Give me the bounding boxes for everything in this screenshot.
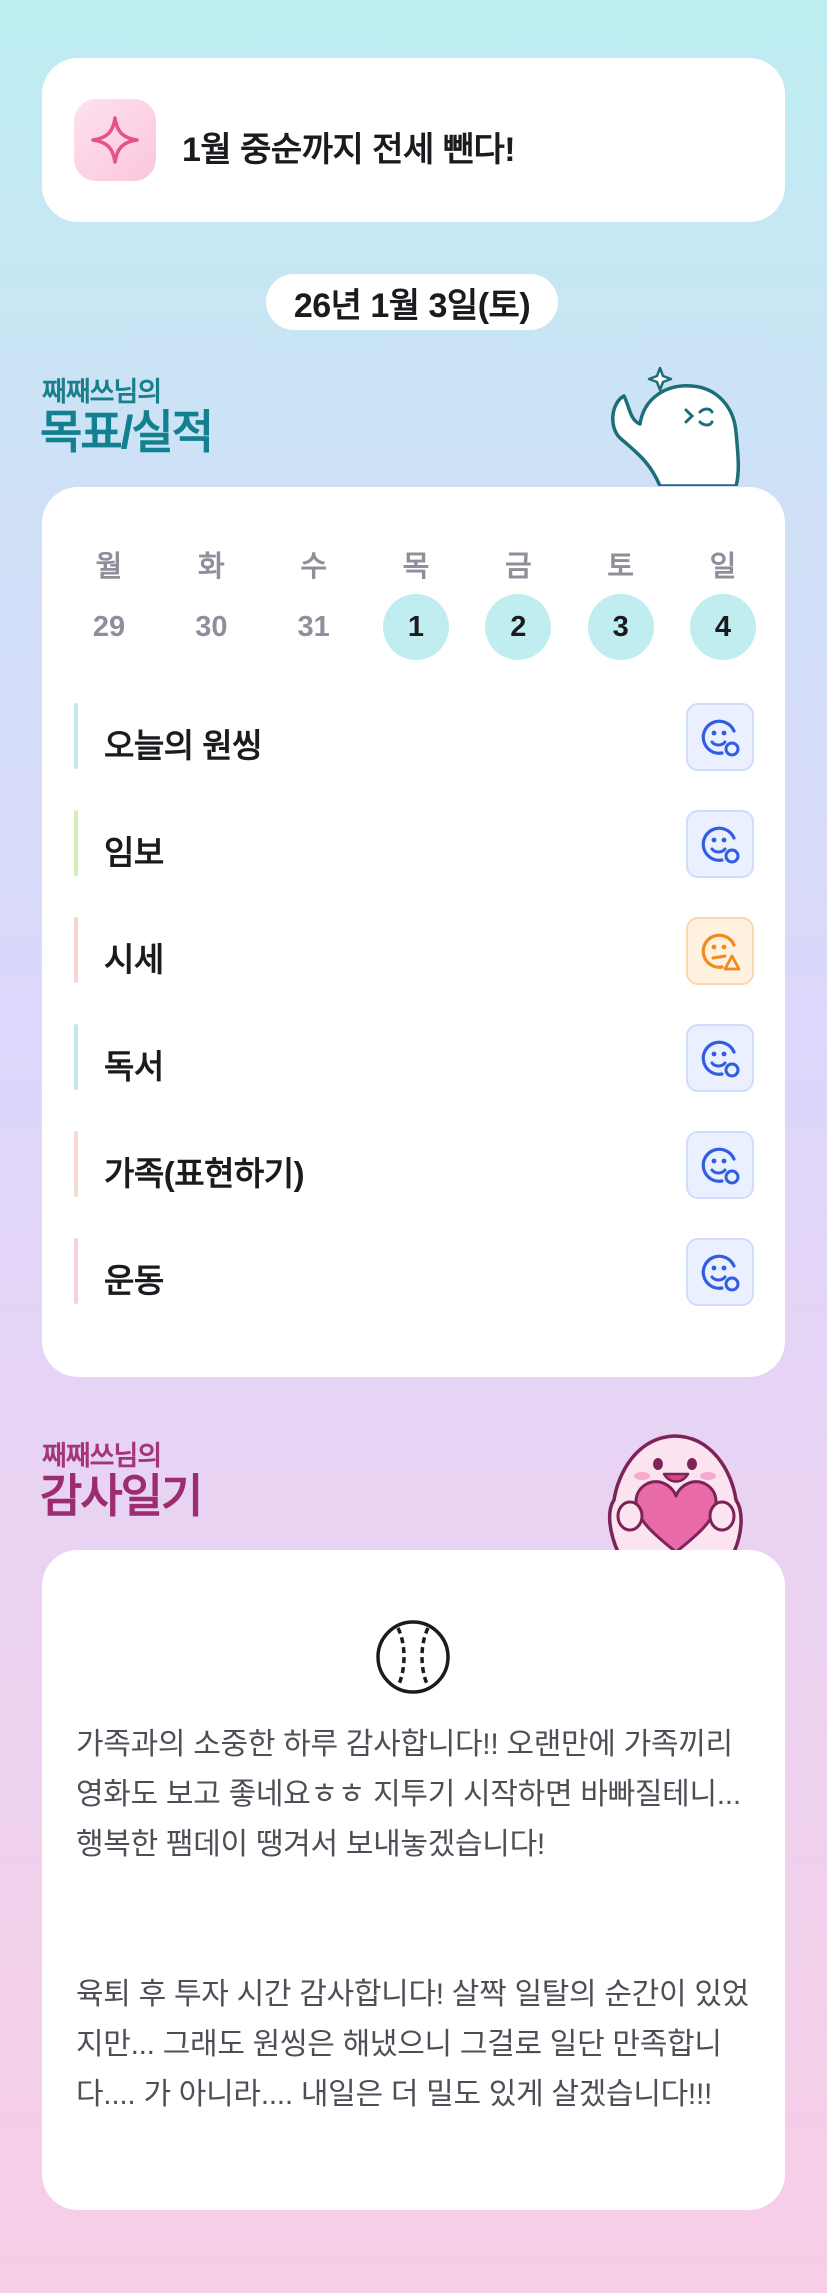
habit-accent-bar	[74, 917, 78, 983]
baseball-icon	[376, 1620, 450, 1694]
week-dates: 29 30 31 1 2 3 4	[76, 594, 756, 660]
performance-card: 월 화 수 목 금 토 일 29 30 31 1 2 3 4 오늘의 원씽 임보…	[42, 487, 785, 1377]
date-cell[interactable]: 3	[587, 594, 654, 660]
habit-row[interactable]: 독서	[74, 1024, 754, 1092]
smile-check-icon[interactable]	[686, 1131, 754, 1199]
goal-card[interactable]: 1월 중순까지 전세 뺀다!	[42, 58, 785, 222]
gratitude-entry-text: 육퇴 후 투자 시간 감사합니다! 살짝 일탈의 순간이 있었지만... 그래도…	[76, 1978, 749, 2111]
gratitude-card: 가족과의 소중한 하루 감사합니다!! 오랜만에 가족끼리 영화도 보고 좋네요…	[42, 1550, 785, 2210]
weekday-label: 목	[402, 551, 430, 583]
weekday-label: 토	[607, 551, 634, 583]
weekday-label: 화	[197, 551, 225, 583]
weekday-header: 월 화 수 목 금 토 일	[76, 543, 756, 585]
habit-label: 오늘의 원씽	[104, 727, 262, 764]
performance-title: 목표/실적	[40, 406, 214, 458]
weekday-label: 수	[300, 551, 327, 583]
smile-check-icon[interactable]	[686, 810, 754, 878]
habit-row[interactable]: 운동	[74, 1238, 754, 1306]
habit-accent-bar	[74, 810, 78, 876]
habit-accent-bar	[74, 1238, 78, 1304]
habit-label: 가족(표현하기)	[104, 1155, 305, 1192]
date-label[interactable]: 26년 1월 3일(토)	[266, 274, 558, 330]
habit-row[interactable]: 오늘의 원씽	[74, 703, 754, 771]
date-cell[interactable]: 2	[485, 594, 552, 660]
habit-accent-bar	[74, 1024, 78, 1090]
gratitude-title: 감사일기	[40, 1470, 203, 1522]
weekday-label: 월	[95, 551, 123, 583]
goal-text: 1월 중순까지 전세 뺀다!	[182, 131, 516, 169]
sparkle-icon	[74, 99, 156, 181]
habit-row[interactable]: 시세	[74, 917, 754, 985]
date-cell[interactable]: 4	[689, 594, 756, 660]
gratitude-entry-text: 가족과의 소중한 하루 감사합니다!! 오랜만에 가족끼리 영화도 보고 좋네요…	[76, 1728, 741, 1861]
habit-row[interactable]: 임보	[74, 810, 754, 878]
date-cell[interactable]: 31	[281, 594, 347, 660]
ghost-mascot-icon	[611, 366, 741, 486]
date-cell[interactable]: 1	[382, 594, 449, 660]
date-cell[interactable]: 29	[76, 594, 142, 660]
weekday-label: 금	[504, 551, 532, 583]
habit-label: 독서	[104, 1048, 164, 1085]
smile-warning-icon[interactable]	[686, 917, 754, 985]
habit-label: 임보	[104, 834, 164, 871]
smile-check-icon[interactable]	[686, 1238, 754, 1306]
heart-mascot-icon	[607, 1434, 743, 1552]
habit-label: 운동	[104, 1262, 164, 1299]
habit-accent-bar	[74, 1131, 78, 1197]
date-cell[interactable]: 30	[178, 594, 244, 660]
weekday-label: 일	[709, 551, 737, 583]
smile-check-icon[interactable]	[686, 1024, 754, 1092]
habit-label: 시세	[104, 941, 164, 978]
habit-row[interactable]: 가족(표현하기)	[74, 1131, 754, 1199]
habit-accent-bar	[74, 703, 78, 769]
smile-check-icon[interactable]	[686, 703, 754, 771]
